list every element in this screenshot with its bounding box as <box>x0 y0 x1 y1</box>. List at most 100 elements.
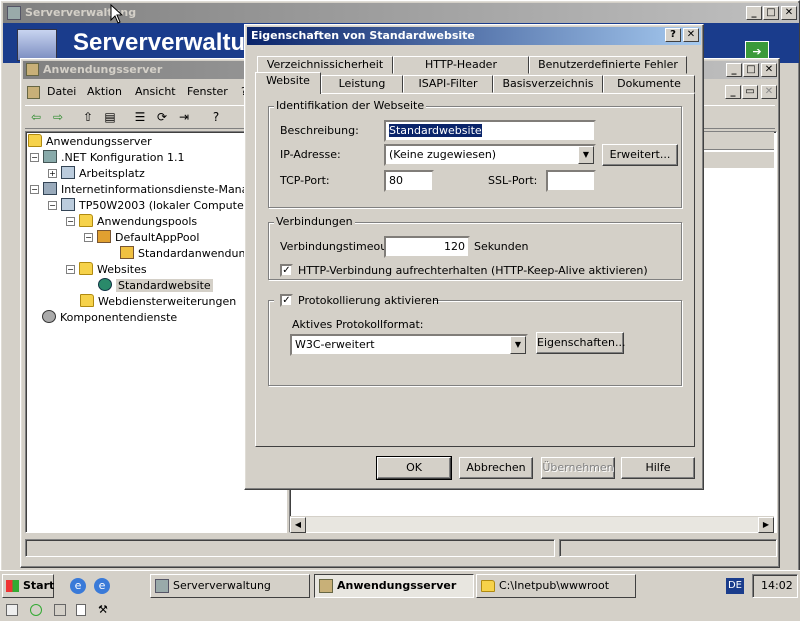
menu-app-icon[interactable] <box>27 86 40 99</box>
ok-button[interactable]: OK <box>376 456 452 480</box>
status-bar <box>25 539 777 559</box>
refresh-icon[interactable]: ⟳ <box>153 108 171 126</box>
tab-basisverzeichnis[interactable]: Basisverzeichnis <box>493 75 603 93</box>
start-button[interactable]: Start <box>2 574 54 598</box>
expand-icon[interactable]: + <box>48 169 57 178</box>
tree-item-anwendungspools[interactable]: − Anwendungspools <box>66 214 197 228</box>
tree-item-defaultapppool[interactable]: − DefaultAppPool <box>84 230 199 244</box>
ip-address-select[interactable]: (Keine zugewiesen) ▼ <box>384 144 596 166</box>
properties-icon[interactable]: ☰ <box>131 108 149 126</box>
folder-icon <box>481 580 495 592</box>
show-desktop-icon[interactable] <box>6 604 18 616</box>
collapse-icon[interactable]: − <box>30 185 39 194</box>
tree-item-arbeitsplatz[interactable]: + Arbeitsplatz <box>48 166 145 180</box>
app-minimize-button[interactable]: _ <box>726 63 742 77</box>
server-window-icon <box>7 6 21 20</box>
dialog-close-button[interactable]: ✕ <box>683 28 699 42</box>
cancel-button[interactable]: Abbrechen <box>459 457 533 479</box>
tab-isapi-filter[interactable]: ISAPI-Filter <box>403 75 493 93</box>
tools-icon[interactable]: ⚒ <box>98 604 110 616</box>
scroll-left-icon[interactable]: ◀ <box>290 517 306 533</box>
tree-item-local-computer[interactable]: − TP50W2003 (lokaler Computer) <box>48 198 253 212</box>
forward-arrow-icon[interactable]: ⇨ <box>49 108 67 126</box>
tree-item-iis-manager[interactable]: − Internetinformationsdienste-Manager <box>30 182 267 196</box>
chevron-down-icon[interactable]: ▼ <box>510 336 526 354</box>
collapse-icon[interactable]: − <box>30 153 39 162</box>
minimize-button[interactable]: _ <box>746 6 762 20</box>
dialog-titlebar[interactable]: Eigenschaften von Standardwebsite ? ✕ <box>247 27 701 45</box>
collapse-icon[interactable]: − <box>48 201 57 210</box>
menu-datei[interactable]: Datei <box>47 83 76 101</box>
task-serververwaltung[interactable]: Serververwaltung <box>150 574 310 598</box>
up-folder-icon[interactable]: ⇧ <box>79 108 97 126</box>
close-button[interactable]: ✕ <box>781 6 797 20</box>
log-format-label: Aktives Protokollformat: <box>292 318 424 331</box>
ip-address-label: IP-Adresse: <box>280 148 341 161</box>
scroll-right-icon[interactable]: ▶ <box>758 517 774 533</box>
menu-fenster[interactable]: Fenster <box>187 83 228 101</box>
collapse-icon[interactable]: − <box>66 217 75 226</box>
child-restore-button[interactable]: ▭ <box>742 85 758 99</box>
tab-benutzerdefinierte-fehler[interactable]: Benutzerdefinierte Fehler <box>529 56 687 74</box>
folder-icon <box>79 262 93 275</box>
task-anwendungsserver[interactable]: Anwendungsserver <box>314 574 474 598</box>
language-indicator[interactable]: DE <box>726 578 744 594</box>
menu-aktion[interactable]: Aktion <box>87 83 122 101</box>
clock[interactable]: 14:02 <box>761 579 793 592</box>
logging-checkbox[interactable]: ✓ <box>280 294 293 307</box>
menu-ansicht[interactable]: Ansicht <box>135 83 176 101</box>
chevron-down-icon[interactable]: ▼ <box>578 146 594 164</box>
task-wwwroot[interactable]: C:\Inetpub\wwwroot <box>476 574 636 598</box>
apply-button[interactable]: Übernehmen <box>541 457 615 479</box>
log-format-select[interactable]: W3C-erweitert ▼ <box>290 334 528 356</box>
tab-page: Identifikation der Webseite Beschreibung… <box>255 93 695 447</box>
tree-item-komponentendienste[interactable]: Komponentendienste <box>42 310 177 324</box>
status-pane-2 <box>559 539 777 557</box>
window-icon[interactable] <box>54 604 66 616</box>
collapse-icon[interactable]: − <box>66 265 75 274</box>
document-icon[interactable] <box>76 604 86 616</box>
refresh-icon[interactable] <box>30 604 42 616</box>
tab-http-header[interactable]: HTTP-Header <box>393 56 529 74</box>
quicklaunch-ie-icon[interactable]: e <box>70 578 86 594</box>
tab-leistung[interactable]: Leistung <box>321 75 403 93</box>
advanced-button[interactable]: Erweitert... <box>602 144 678 166</box>
timeout-unit: Sekunden <box>474 240 529 253</box>
tab-website[interactable]: Website <box>255 72 321 94</box>
collapse-icon[interactable]: − <box>84 233 93 242</box>
tcp-port-input[interactable]: 80 <box>384 170 434 192</box>
help-icon[interactable]: ? <box>207 108 225 126</box>
app-window-title: Anwendungsserver <box>43 63 163 76</box>
show-tree-icon[interactable]: ▤ <box>101 108 119 126</box>
tree-item-anwendungsserver[interactable]: Anwendungsserver <box>28 134 152 148</box>
tree-item-websites[interactable]: − Websites <box>66 262 147 276</box>
child-minimize-button[interactable]: _ <box>725 85 741 99</box>
child-close-button[interactable]: ✕ <box>761 85 777 99</box>
horizontal-scrollbar[interactable]: ◀ ▶ <box>290 516 774 533</box>
help-button[interactable]: Hilfe <box>621 457 695 479</box>
tree-item-webdiensterweiterungen[interactable]: Webdiensterweiterungen <box>80 294 236 308</box>
back-arrow-icon[interactable]: ⇦ <box>27 108 45 126</box>
tree-item-standardanwendung[interactable]: Standardanwendung <box>120 246 252 260</box>
description-label: Beschreibung: <box>280 124 359 137</box>
tree-item-net-config[interactable]: − .NET Konfiguration 1.1 <box>30 150 184 164</box>
ssl-port-input[interactable] <box>546 170 596 192</box>
log-properties-button[interactable]: Eigenschaften... <box>536 332 625 354</box>
tab-dokumente[interactable]: Dokumente <box>603 75 695 93</box>
description-input[interactable]: Standardwebsite <box>384 120 596 142</box>
quicklaunch-ie2-icon[interactable]: e <box>94 578 110 594</box>
app-maximize-button[interactable]: □ <box>743 63 759 77</box>
app-pool-icon <box>97 230 111 243</box>
keepalive-checkbox[interactable]: ✓ <box>280 264 293 277</box>
app-close-button[interactable]: ✕ <box>761 63 777 77</box>
tree-item-standardwebsite[interactable]: Standardwebsite <box>98 278 213 292</box>
timeout-input[interactable]: 120 <box>384 236 470 258</box>
globe-icon <box>98 278 112 291</box>
appserver-task-icon <box>319 579 333 593</box>
logging-label[interactable]: Protokollierung aktivieren <box>298 294 439 307</box>
export-list-icon[interactable]: ⇥ <box>175 108 193 126</box>
dialog-help-button[interactable]: ? <box>665 28 681 42</box>
maximize-button[interactable]: □ <box>763 6 779 20</box>
mouse-cursor-icon <box>110 4 124 24</box>
keepalive-label: HTTP-Verbindung aufrechterhalten (HTTP-K… <box>298 264 648 277</box>
